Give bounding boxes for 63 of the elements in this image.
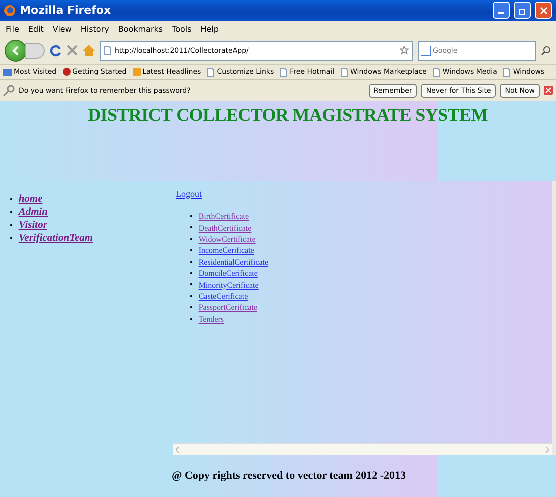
certificate-link[interactable]: DeathCertificate bbox=[198, 224, 252, 233]
chevron-left-icon bbox=[12, 46, 20, 56]
bullet: • bbox=[190, 314, 193, 326]
certificate-link[interactable]: DomcileCerificate bbox=[198, 269, 258, 278]
bullet: • bbox=[190, 256, 193, 268]
globe-icon bbox=[62, 68, 71, 76]
bullet: • bbox=[190, 290, 193, 302]
bullet: • bbox=[190, 279, 193, 291]
nav-link[interactable]: VerificationTeam bbox=[18, 233, 94, 244]
page-icon bbox=[503, 68, 512, 76]
back-button[interactable] bbox=[5, 40, 27, 62]
page-icon bbox=[280, 68, 288, 76]
bullet: • bbox=[10, 207, 13, 219]
bullet: • bbox=[190, 222, 193, 234]
page-icon bbox=[207, 68, 216, 76]
window-title: Mozilla Firefox bbox=[20, 4, 112, 17]
bullet: • bbox=[10, 233, 13, 245]
restore-button[interactable] bbox=[514, 2, 531, 19]
menu-item[interactable]: View bbox=[52, 24, 72, 34]
page-icon bbox=[104, 46, 112, 55]
certificate-link[interactable]: CasteCerificate bbox=[198, 292, 248, 302]
bullet: • bbox=[190, 234, 193, 246]
reload-button[interactable] bbox=[50, 44, 62, 56]
star-icon[interactable] bbox=[400, 46, 409, 55]
bullet: • bbox=[190, 268, 193, 280]
restore-icon bbox=[518, 6, 526, 14]
page-icon bbox=[340, 68, 349, 76]
bullet: • bbox=[10, 220, 13, 232]
nav-link[interactable]: home bbox=[18, 194, 43, 205]
menu-item[interactable]: History bbox=[80, 24, 110, 34]
nav-link[interactable]: Visitor bbox=[18, 220, 48, 231]
menu-item[interactable]: File bbox=[6, 24, 20, 34]
bullet: • bbox=[190, 302, 193, 314]
certificate-link[interactable]: PassportCerificate bbox=[198, 303, 258, 312]
minimize-button[interactable] bbox=[493, 2, 510, 19]
certificate-link[interactable]: BirthCertificate bbox=[198, 212, 250, 222]
firefox-logo-icon bbox=[4, 4, 16, 16]
certificate-link[interactable]: WidowCertificate bbox=[198, 235, 256, 244]
bullet: • bbox=[190, 245, 193, 257]
certificate-link[interactable]: IncomeCerificate bbox=[198, 246, 254, 256]
certificate-link[interactable]: MinorityCerificate bbox=[198, 280, 259, 290]
close-icon[interactable] bbox=[544, 86, 553, 95]
page-icon bbox=[432, 68, 441, 76]
search-icon[interactable] bbox=[541, 46, 551, 56]
nav-link[interactable]: Admin bbox=[18, 207, 48, 218]
page-heading: DISTRICT COLLECTOR MAGISTRATE SYSTEM bbox=[88, 105, 488, 127]
bullet: • bbox=[10, 194, 13, 206]
close-button[interactable] bbox=[535, 2, 552, 19]
logout-link[interactable]: Logout bbox=[176, 189, 202, 199]
bullet: • bbox=[190, 211, 193, 222]
feed-icon bbox=[132, 68, 141, 76]
menu-item[interactable]: Help bbox=[200, 24, 220, 34]
certificate-link[interactable]: ResidentialCertificate bbox=[198, 258, 269, 267]
close-icon bbox=[540, 6, 548, 14]
google-icon bbox=[421, 46, 431, 56]
stop-button[interactable] bbox=[67, 45, 78, 56]
menu-item[interactable]: Bookmarks bbox=[118, 24, 164, 34]
certificate-link[interactable]: Tenders bbox=[198, 314, 224, 324]
menu-item[interactable]: Edit bbox=[28, 24, 44, 34]
copyright-text: @ Copy rights reserved to vector team 2012 -2013 bbox=[172, 470, 406, 482]
bookmark-folder-icon bbox=[3, 68, 12, 76]
menu-item[interactable]: Tools bbox=[172, 24, 192, 34]
key-icon bbox=[3, 84, 15, 96]
